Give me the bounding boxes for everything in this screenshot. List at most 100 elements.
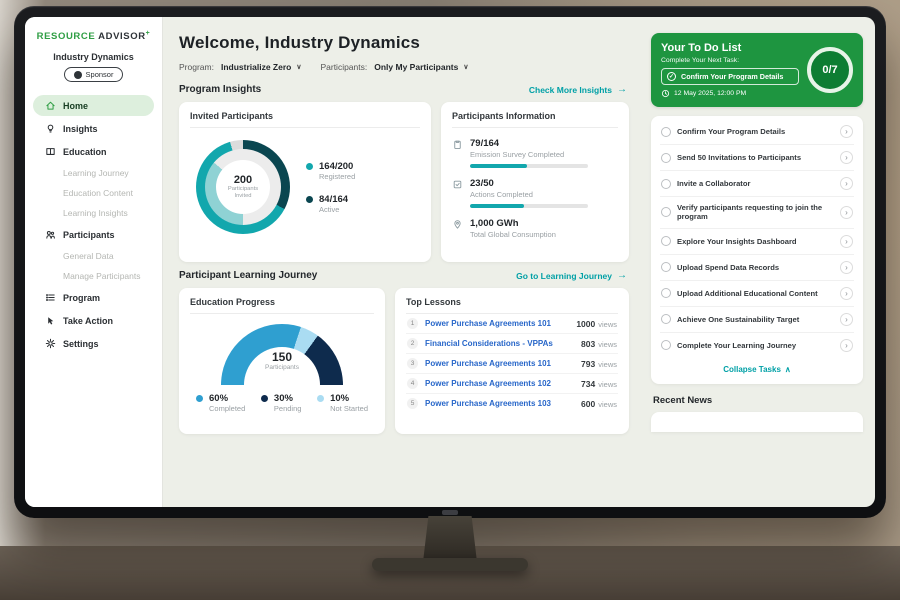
chevron-right-icon[interactable]: › [840, 261, 853, 274]
lesson-link[interactable]: Power Purchase Agreements 101 [425, 359, 574, 368]
sidebar-item-education[interactable]: Education [33, 141, 154, 162]
chevron-right-icon[interactable]: › [840, 287, 853, 300]
task-checkbox[interactable] [661, 127, 671, 137]
sidebar-item-participants[interactable]: Participants [33, 224, 154, 245]
brand-advisor: ADVISOR [98, 31, 145, 42]
sidebar-item-home[interactable]: Home [33, 95, 154, 116]
participants-filter-label: Participants: [320, 62, 367, 72]
sidebar-item-label: Settings [63, 339, 99, 349]
learning-cards-row: Education Progress 150 Participants [179, 288, 629, 434]
sidebar-item-insights[interactable]: Insights [33, 118, 154, 139]
actions-progress-bar [470, 204, 588, 208]
emission-progress-bar [470, 164, 588, 168]
chevron-right-icon[interactable]: › [840, 151, 853, 164]
sidebar-item-program[interactable]: Program [33, 287, 154, 308]
chevron-right-icon[interactable]: › [840, 206, 853, 219]
sidebar-item-learning-insights[interactable]: Learning Insights [33, 203, 154, 223]
filter-bar: Program: Industrialize Zero ∨ Participan… [179, 62, 629, 72]
legend-dot-dark [306, 196, 313, 203]
sidebar-item-label: Home [63, 101, 88, 111]
sidebar-item-label: Learning Insights [63, 208, 128, 218]
next-task-due: 12 May 2025, 12:00 PM [661, 89, 799, 98]
brand-resource: RESOURCE [37, 31, 96, 42]
pointer-icon [45, 315, 56, 326]
task-row-send-invitations[interactable]: Send 50 Invitations to Participants › [660, 145, 854, 171]
check-icon: ✓ [667, 72, 676, 81]
lesson-link[interactable]: Power Purchase Agreements 102 [425, 379, 574, 388]
task-checkbox[interactable] [661, 314, 671, 324]
donut-center: 200 Participants Invited [216, 160, 270, 214]
task-row-invite-collaborator[interactable]: Invite a Collaborator › [660, 171, 854, 197]
lesson-row: 4 Power Purchase Agreements 102 734views [406, 374, 618, 394]
legend-item-not-started: 10% Not Started [317, 393, 368, 413]
chevron-right-icon[interactable]: › [840, 339, 853, 352]
sidebar-item-settings[interactable]: Settings [33, 333, 154, 354]
collapse-tasks-link[interactable]: Collapse Tasks ∧ [660, 358, 854, 377]
check-more-insights-link[interactable]: Check More Insights → [529, 84, 627, 95]
task-checkbox[interactable] [661, 207, 671, 217]
program-select-value: Industrialize Zero [221, 62, 291, 72]
education-progress-card: Education Progress 150 Participants [179, 288, 385, 434]
task-row-upload-spend-data[interactable]: Upload Spend Data Records › [660, 255, 854, 281]
task-checkbox[interactable] [661, 179, 671, 189]
legend-dot-lightblue [317, 395, 324, 402]
recent-news-title: Recent News [653, 395, 863, 406]
donut-legend: 164/200 Registered 84/164 Active [306, 161, 355, 214]
task-checkbox[interactable] [661, 153, 671, 163]
task-row-explore-insights[interactable]: Explore Your Insights Dashboard › [660, 229, 854, 255]
card-title: Education Progress [190, 297, 374, 314]
lesson-row: 5 Power Purchase Agreements 103 600views [406, 394, 618, 413]
chevron-right-icon[interactable]: › [840, 235, 853, 248]
chevron-right-icon[interactable]: › [840, 125, 853, 138]
sponsor-badge[interactable]: Sponsor [64, 67, 124, 82]
sidebar-item-learning-journey[interactable]: Learning Journey [33, 163, 154, 183]
people-icon [45, 229, 56, 240]
sidebar-item-take-action[interactable]: Take Action [33, 310, 154, 331]
section-title-program-insights: Program Insights [179, 84, 261, 95]
app-logo: RESOURCE ADVISOR+ [25, 30, 162, 42]
task-row-achieve-target[interactable]: Achieve One Sustainability Target › [660, 307, 854, 333]
sponsor-label: Sponsor [86, 70, 114, 79]
check-square-icon [452, 179, 463, 190]
sponsor-icon [74, 71, 82, 79]
gauge-legend: 60% Completed 30% Pending [190, 385, 374, 413]
program-filter-label: Program: [179, 62, 214, 72]
chevron-right-icon[interactable]: › [840, 313, 853, 326]
task-list-card: Confirm Your Program Details › Send 50 I… [651, 116, 863, 384]
insights-cards-row: Invited Participants 200 Participants In… [179, 102, 629, 262]
task-checkbox[interactable] [661, 262, 671, 272]
monitor-brand-logo [442, 510, 458, 515]
task-row-confirm-program[interactable]: Confirm Your Program Details › [660, 119, 854, 145]
todo-header-card: Your To Do List Complete Your Next Task:… [651, 33, 863, 107]
todo-subtitle: Complete Your Next Task: [661, 57, 799, 64]
lesson-link[interactable]: Power Purchase Agreements 103 [425, 399, 574, 408]
sidebar-item-label: Insights [63, 124, 98, 134]
next-task-label: Confirm Your Program Details [681, 72, 783, 81]
participants-select[interactable]: Only My Participants ∨ [374, 62, 468, 72]
legend-dot-blue [196, 395, 203, 402]
legend-item-pending: 30% Pending [261, 393, 302, 413]
section-title-learning-journey: Participant Learning Journey [179, 270, 317, 281]
sidebar-item-manage-participants[interactable]: Manage Participants [33, 266, 154, 286]
next-task-pill[interactable]: ✓ Confirm Your Program Details [661, 68, 799, 85]
task-checkbox[interactable] [661, 340, 671, 350]
go-to-learning-journey-link[interactable]: Go to Learning Journey → [516, 270, 627, 281]
brand-plus-mark: + [146, 30, 151, 37]
sidebar-item-education-content[interactable]: Education Content [33, 183, 154, 203]
lesson-link[interactable]: Financial Considerations - VPPAs [425, 339, 574, 348]
task-checkbox[interactable] [661, 288, 671, 298]
task-row-upload-educational-content[interactable]: Upload Additional Educational Content › [660, 281, 854, 307]
invited-donut-chart: 200 Participants Invited [196, 140, 290, 234]
legend-dot-teal [306, 163, 313, 170]
clock-icon [661, 89, 670, 98]
lesson-link[interactable]: Power Purchase Agreements 101 [425, 319, 569, 328]
arrow-right-icon: → [617, 270, 627, 281]
todo-title: Your To Do List [661, 42, 799, 54]
chevron-right-icon[interactable]: › [840, 177, 853, 190]
sidebar-item-general-data[interactable]: General Data [33, 246, 154, 266]
task-checkbox[interactable] [661, 236, 671, 246]
task-row-verify-participants[interactable]: Verify participants requesting to join t… [660, 197, 854, 229]
program-select[interactable]: Industrialize Zero ∨ [221, 62, 302, 72]
task-row-complete-learning-journey[interactable]: Complete Your Learning Journey › [660, 333, 854, 358]
sidebar-item-label: Take Action [63, 316, 113, 326]
